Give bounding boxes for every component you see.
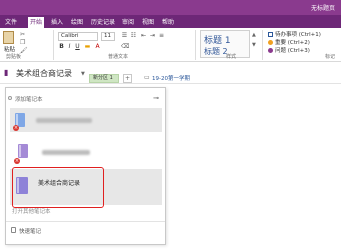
italic-button[interactable]: I (66, 43, 73, 50)
copy-icon[interactable]: ❐ (20, 39, 25, 46)
question-icon (268, 48, 273, 53)
font-size-select[interactable]: 11 (101, 32, 115, 41)
menu-draw[interactable]: 绘图 (70, 17, 84, 28)
ribbon-divider (195, 30, 196, 60)
menu-view[interactable]: 视图 (141, 17, 155, 28)
notebook-dropdown: 添加笔记本 ⊸ × × 美术组合商记录 打开其他笔记本 快速笔记 (5, 87, 166, 245)
indent-icon[interactable]: ⇥ (149, 32, 156, 39)
notebook-item[interactable]: × (10, 140, 162, 164)
align-icon[interactable]: ≡ (158, 32, 165, 39)
notebook-bar: ▮ 美术组合商记录 ▼ 新分区 1 + ▭ 19-20第一学期 (0, 63, 341, 84)
menu-review[interactable]: 审阅 (121, 17, 135, 28)
chevron-down-icon[interactable]: ▼ (81, 71, 85, 77)
add-notebook-button[interactable]: 添加笔记本 (15, 95, 43, 103)
error-icon: × (14, 158, 20, 164)
tag-todo[interactable]: 待办事项 (Ctrl+1) (268, 30, 321, 38)
bold-button[interactable]: B (58, 43, 65, 50)
styles-group-label: 样式 (226, 54, 237, 60)
highlight-color-icon[interactable]: ▬ (84, 43, 91, 50)
styles-scroll-up-icon[interactable]: ▲ (252, 32, 256, 38)
numbered-list-icon[interactable]: ☷ (130, 32, 137, 39)
style-heading-2[interactable]: 标题 2 (204, 46, 228, 57)
underline-button[interactable]: U (74, 43, 81, 50)
error-icon: × (13, 125, 19, 131)
notebook-icon: ▮ (4, 68, 9, 77)
style-heading-1[interactable]: 标题 1 (204, 33, 231, 46)
clear-format-icon[interactable]: ⌫ (121, 43, 129, 50)
format-painter-icon[interactable]: 🖌 (20, 47, 28, 54)
paste-label[interactable]: 粘贴 (4, 45, 15, 53)
add-section-button[interactable]: + (123, 74, 132, 83)
styles-scroll-down-icon[interactable]: ▼ (252, 42, 256, 48)
basic-text-group-label: 普通文本 (108, 54, 129, 60)
menu-help[interactable]: 帮助 (161, 17, 175, 28)
tab-section-1[interactable]: 新分区 1 (89, 74, 119, 83)
ribbon: 粘贴 ✂ ❐ 🖌 剪贴板 Calibri 11 B I U ▬ A ☰ ☷ ⇤ … (0, 28, 341, 62)
font-color-icon[interactable]: A (94, 43, 101, 50)
star-icon (268, 40, 273, 45)
cut-icon[interactable]: ✂ (20, 31, 25, 38)
notebook-icon (18, 144, 28, 158)
paste-icon[interactable] (3, 31, 14, 44)
notebook-name-blurred (42, 150, 90, 155)
menu-history[interactable]: 历史记录 (90, 17, 116, 28)
clipboard-group-label: 剪贴板 (6, 54, 22, 60)
ribbon-divider (262, 30, 263, 60)
selection-highlight (12, 167, 104, 208)
styles-gallery[interactable]: 标题 1 标题 2 (200, 30, 250, 58)
tags-group-label: 标记 (325, 54, 336, 60)
menu-file[interactable]: 文件 (4, 17, 18, 28)
notebook-name-blurred (36, 118, 92, 123)
page-icon: ▭ (144, 74, 150, 81)
menu-bar: 文件 开始 插入 绘图 历史记录 审阅 视图 帮助 (0, 15, 341, 28)
quick-notes-link[interactable]: 快速笔记 (19, 227, 41, 235)
document-title: 无标题页 (310, 5, 335, 12)
tag-question-label: 问题 (Ctrl+3) (275, 48, 310, 54)
font-name-select[interactable]: Calibri (58, 32, 98, 41)
title-bar: 无标题页 (0, 0, 341, 15)
pin-icon[interactable]: ⊸ (153, 94, 159, 102)
bullet-list-icon[interactable]: ☰ (121, 32, 128, 39)
checkbox-icon (268, 32, 273, 37)
page-title[interactable]: 19-20第一学期 (152, 74, 190, 82)
outdent-icon[interactable]: ⇤ (140, 32, 147, 39)
open-other-notebooks-link[interactable]: 打开其他笔记本 (12, 207, 51, 215)
panel-divider (6, 221, 165, 222)
menu-home[interactable]: 开始 (28, 17, 44, 28)
menu-insert[interactable]: 插入 (50, 17, 64, 28)
quick-notes-icon (11, 227, 16, 233)
add-icon (8, 96, 12, 100)
tag-question[interactable]: 问题 (Ctrl+3) (268, 46, 310, 54)
tag-important[interactable]: 重要 (Ctrl+2) (268, 38, 310, 46)
ribbon-divider (53, 30, 54, 60)
notebook-item[interactable]: × (10, 108, 162, 132)
notebook-selector[interactable]: 美术组合商记录 (16, 68, 72, 79)
